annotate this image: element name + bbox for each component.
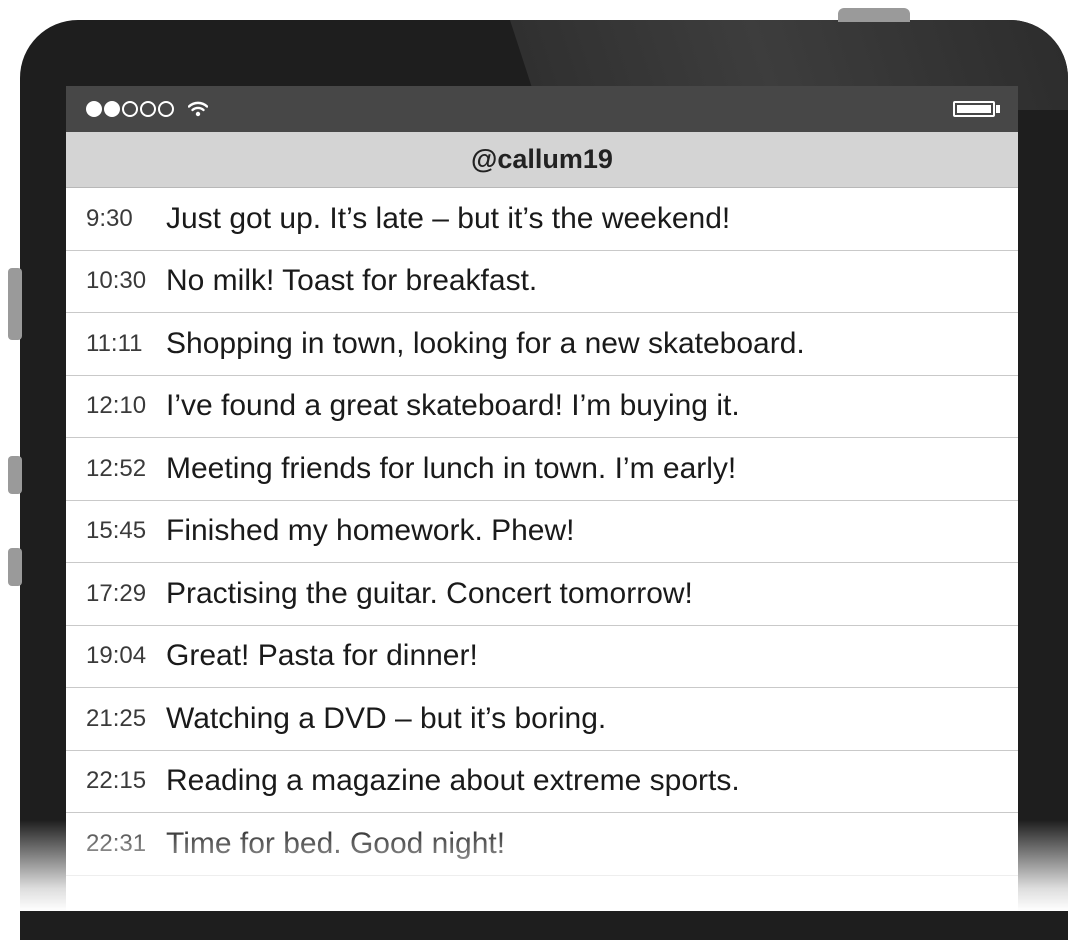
list-item[interactable]: 11:11 Shopping in town, looking for a new… — [66, 313, 1018, 376]
battery-fill — [957, 105, 991, 113]
post-text: Watching a DVD – but it’s boring. — [166, 701, 607, 735]
post-time: 21:25 — [86, 704, 147, 732]
list-item[interactable]: 22:31 Time for bed. Good night! — [66, 813, 1018, 876]
list-item[interactable]: 21:25 Watching a DVD – but it’s boring. — [66, 688, 1018, 751]
post-time: 19:04 — [86, 642, 147, 670]
list-item[interactable]: 15:45 Finished my homework. Phew! — [66, 501, 1018, 563]
post-text: Time for bed. Good night! — [166, 826, 506, 860]
post-text: No milk! Toast for breakfast. — [166, 264, 538, 298]
navigation-bar: @callum19 — [66, 132, 1018, 188]
post-text: Reading a magazine about extreme sports. — [166, 764, 740, 798]
screen: @callum19 9:30 Just got up. It’s late – b… — [66, 86, 1018, 911]
post-text: I’ve found a great skateboard! I’m buyin… — [166, 389, 740, 423]
signal-dot-empty — [140, 101, 156, 117]
post-text: Meeting friends for lunch in town. I’m e… — [166, 451, 737, 485]
power-button — [838, 8, 910, 22]
page-title: @callum19 — [471, 144, 613, 174]
post-text: Just got up. It’s late – but it’s the we… — [166, 201, 731, 235]
post-time: 11:11 — [86, 329, 143, 357]
list-item[interactable]: 17:29 Practising the guitar. Concert tomo… — [66, 563, 1018, 626]
post-text: Shopping in town, looking for a new skat… — [166, 326, 805, 360]
list-item[interactable]: 19:04 Great! Pasta for dinner! — [66, 626, 1018, 688]
list-item[interactable]: 12:52 Meeting friends for lunch in town. … — [66, 438, 1018, 501]
signal-dot-full — [104, 101, 120, 117]
list-item[interactable]: 12:10 I’ve found a great skateboard! I’m … — [66, 376, 1018, 438]
volume-down-button — [8, 548, 22, 586]
post-time: 10:30 — [86, 267, 147, 295]
post-text: Practising the guitar. Concert tomorrow! — [166, 576, 693, 610]
list-item[interactable]: 10:30 No milk! Toast for breakfast. — [66, 251, 1018, 313]
wifi-icon — [188, 101, 208, 117]
post-time: 17:29 — [86, 579, 147, 607]
post-text: Finished my homework. Phew! — [166, 514, 575, 548]
post-time: 22:31 — [86, 829, 147, 857]
list-item[interactable]: 22:15 Reading a magazine about extreme sp… — [66, 751, 1018, 813]
signal-dot-empty — [158, 101, 174, 117]
battery-icon — [953, 101, 1000, 117]
post-feed: 9:30 Just got up. It’s late – but it’s th… — [66, 188, 1018, 876]
post-time: 22:15 — [86, 767, 147, 795]
signal-strength-icon — [86, 101, 174, 117]
side-switch — [8, 268, 22, 340]
post-time: 12:10 — [86, 392, 147, 420]
status-bar — [66, 86, 1018, 132]
post-time: 12:52 — [86, 454, 147, 482]
post-text: Great! Pasta for dinner! — [166, 639, 478, 673]
post-time: 15:45 — [86, 517, 147, 545]
signal-dot-full — [86, 101, 102, 117]
volume-up-button — [8, 456, 22, 494]
list-item[interactable]: 9:30 Just got up. It’s late – but it’s th… — [66, 188, 1018, 251]
post-time: 9:30 — [86, 204, 133, 232]
signal-dot-empty — [122, 101, 138, 117]
